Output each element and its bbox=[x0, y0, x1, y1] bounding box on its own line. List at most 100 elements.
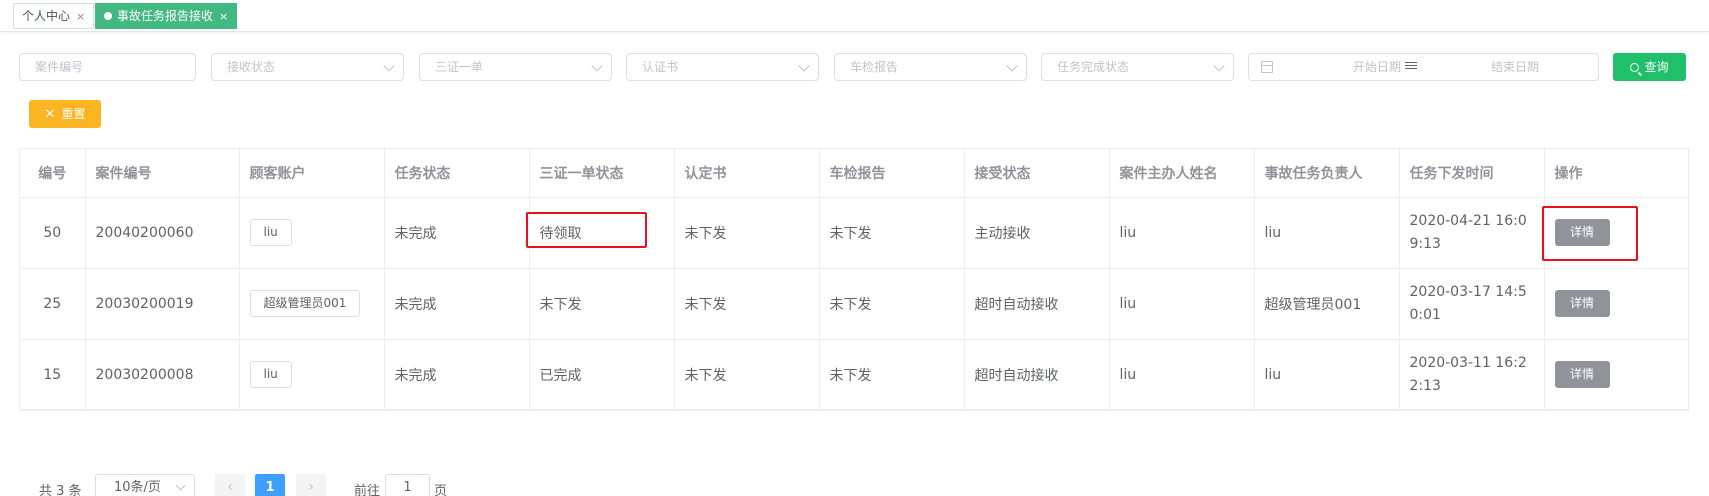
account-tag: 超级管理员001 bbox=[249, 290, 361, 317]
chevron-down-icon bbox=[798, 60, 810, 72]
tab-close-icon[interactable]: × bbox=[219, 10, 228, 23]
table-row: 15 20030200008 liu 未完成 已完成 未下发 未下发 超时自动接… bbox=[20, 339, 1689, 411]
pagination-total: 共 3 条 bbox=[39, 484, 82, 496]
column-header: 认定书 bbox=[674, 149, 820, 198]
page-size-select[interactable]: 10条/页 bbox=[95, 474, 195, 496]
chevron-down-icon bbox=[1213, 60, 1225, 72]
cell-issue-time: 2020-03-11 16:22:13 bbox=[1399, 339, 1545, 411]
column-header: 案件编号 bbox=[85, 149, 240, 198]
task-complete-placeholder: 任务完成状态 bbox=[1057, 60, 1130, 74]
tab-accident-task-report[interactable]: 事故任务报告接收 × bbox=[95, 3, 238, 29]
task-table: 编号 案件编号 顾客账户 任务状态 三证一单状态 认定书 车检报告 接受状态 案… bbox=[19, 148, 1689, 411]
date-range-picker[interactable]: 开始日期 结束日期 bbox=[1248, 53, 1599, 81]
tabs-bar: 个人中心 × 事故任务报告接收 × bbox=[0, 0, 1709, 32]
cell-vehicle-report: 未下发 bbox=[819, 268, 965, 340]
cell-manager: liu bbox=[1254, 339, 1400, 411]
cell-id: 25 bbox=[20, 268, 86, 340]
column-header: 车检报告 bbox=[819, 149, 965, 198]
detail-button[interactable]: 详情 bbox=[1554, 290, 1610, 317]
chevron-down-icon bbox=[591, 60, 603, 72]
cell-issue-time: 2020-03-17 14:50:01 bbox=[1399, 268, 1545, 340]
range-separator-icon bbox=[1405, 60, 1417, 74]
receive-status-select[interactable]: 接收状态 bbox=[211, 53, 404, 81]
column-header: 接受状态 bbox=[964, 149, 1110, 198]
detail-button[interactable]: 详情 bbox=[1554, 361, 1610, 388]
search-button[interactable]: 查询 bbox=[1613, 53, 1686, 81]
page-size-label: 10条/页 bbox=[114, 480, 161, 495]
column-header: 任务下发时间 bbox=[1399, 149, 1545, 198]
active-dot-icon bbox=[104, 12, 112, 20]
search-icon bbox=[1630, 63, 1640, 72]
close-icon: ✕ bbox=[44, 107, 56, 122]
tab-label: 个人中心 bbox=[22, 9, 71, 23]
cell-three-cert: 未下发 bbox=[529, 268, 675, 340]
highlight-box-three-cert bbox=[526, 212, 647, 248]
column-header: 编号 bbox=[20, 149, 86, 198]
tab-personal-center[interactable]: 个人中心 × bbox=[13, 3, 95, 29]
goto-page-input[interactable]: 1 bbox=[385, 474, 430, 496]
column-header: 任务状态 bbox=[384, 149, 530, 198]
column-header: 三证一单状态 bbox=[529, 149, 675, 198]
chevron-down-icon bbox=[175, 480, 186, 491]
cell-organizer: liu bbox=[1109, 268, 1255, 340]
chevron-right-icon: › bbox=[308, 479, 314, 495]
cell-certificate: 未下发 bbox=[674, 268, 820, 340]
tab-close-icon[interactable]: × bbox=[76, 10, 85, 23]
goto-label: 前往 bbox=[354, 484, 381, 496]
cell-three-cert: 已完成 bbox=[529, 339, 675, 411]
page-number-current[interactable]: 1 bbox=[255, 474, 285, 496]
cell-organizer: liu bbox=[1109, 197, 1255, 269]
cell-task-status: 未完成 bbox=[384, 339, 530, 411]
tab-label: 事故任务报告接收 bbox=[117, 9, 214, 23]
reset-label: 重置 bbox=[61, 107, 86, 121]
cell-accept-status: 超时自动接收 bbox=[964, 268, 1110, 340]
table-row: 50 20040200060 liu 未完成 待领取 未下发 未下发 主动接收 … bbox=[20, 197, 1689, 269]
vehicle-report-select[interactable]: 车检报告 bbox=[834, 53, 1027, 81]
column-header: 操作 bbox=[1544, 149, 1689, 198]
chevron-down-icon bbox=[1006, 60, 1018, 72]
cell-vehicle-report: 未下发 bbox=[819, 197, 965, 269]
reset-button[interactable]: ✕ 重置 bbox=[29, 100, 101, 128]
task-complete-select[interactable]: 任务完成状态 bbox=[1041, 53, 1234, 81]
cell-id: 15 bbox=[20, 339, 86, 411]
chevron-left-icon: ‹ bbox=[227, 479, 233, 495]
cell-task-status: 未完成 bbox=[384, 197, 530, 269]
search-label: 查询 bbox=[1644, 60, 1669, 74]
highlight-box-detail bbox=[1542, 206, 1638, 261]
certificate-placeholder: 认证书 bbox=[642, 60, 679, 74]
cell-certificate: 未下发 bbox=[674, 197, 820, 269]
column-header: 案件主办人姓名 bbox=[1109, 149, 1255, 198]
vehicle-report-placeholder: 车检报告 bbox=[850, 60, 899, 74]
cell-case-no: 20040200060 bbox=[85, 197, 240, 269]
receive-status-placeholder: 接收状态 bbox=[227, 60, 276, 74]
cell-accept-status: 超时自动接收 bbox=[964, 339, 1110, 411]
certificate-select[interactable]: 认证书 bbox=[626, 53, 819, 81]
prev-page-button[interactable]: ‹ bbox=[215, 474, 245, 496]
page-suffix-label: 页 bbox=[434, 484, 448, 496]
column-header: 顾客账户 bbox=[239, 149, 385, 198]
cell-organizer: liu bbox=[1109, 339, 1255, 411]
three-cert-select[interactable]: 三证一单 bbox=[419, 53, 612, 81]
cell-certificate: 未下发 bbox=[674, 339, 820, 411]
three-cert-placeholder: 三证一单 bbox=[435, 60, 484, 74]
cell-vehicle-report: 未下发 bbox=[819, 339, 965, 411]
chevron-down-icon bbox=[383, 60, 395, 72]
table-row: 25 20030200019 超级管理员001 未完成 未下发 未下发 未下发 … bbox=[20, 268, 1689, 340]
cell-case-no: 20030200008 bbox=[85, 339, 240, 411]
calendar-icon bbox=[1261, 61, 1273, 73]
end-date-input[interactable]: 结束日期 bbox=[1455, 54, 1575, 80]
cell-case-no: 20030200019 bbox=[85, 268, 240, 340]
column-header: 事故任务负责人 bbox=[1254, 149, 1400, 198]
cell-id: 50 bbox=[20, 197, 86, 269]
case-no-input[interactable]: 案件编号 bbox=[19, 53, 196, 81]
account-tag: liu bbox=[249, 219, 292, 246]
cell-issue-time: 2020-04-21 16:09:13 bbox=[1399, 197, 1545, 269]
cell-manager: liu bbox=[1254, 197, 1400, 269]
next-page-button[interactable]: › bbox=[296, 474, 326, 496]
cell-task-status: 未完成 bbox=[384, 268, 530, 340]
cell-manager: 超级管理员001 bbox=[1254, 268, 1400, 340]
account-tag: liu bbox=[249, 361, 292, 388]
case-no-placeholder: 案件编号 bbox=[35, 60, 84, 74]
cell-accept-status: 主动接收 bbox=[964, 197, 1110, 269]
table-header-row: 编号 案件编号 顾客账户 任务状态 三证一单状态 认定书 车检报告 接受状态 案… bbox=[20, 149, 1689, 198]
